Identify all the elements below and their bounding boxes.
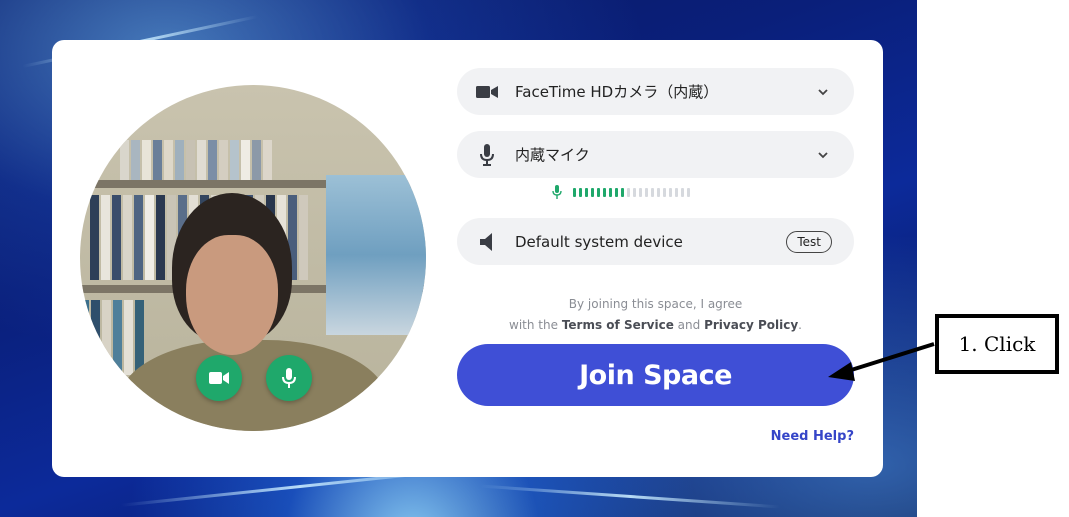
annotation-arrow (828, 342, 935, 381)
annotation-callout: 1. Click (935, 314, 1059, 374)
